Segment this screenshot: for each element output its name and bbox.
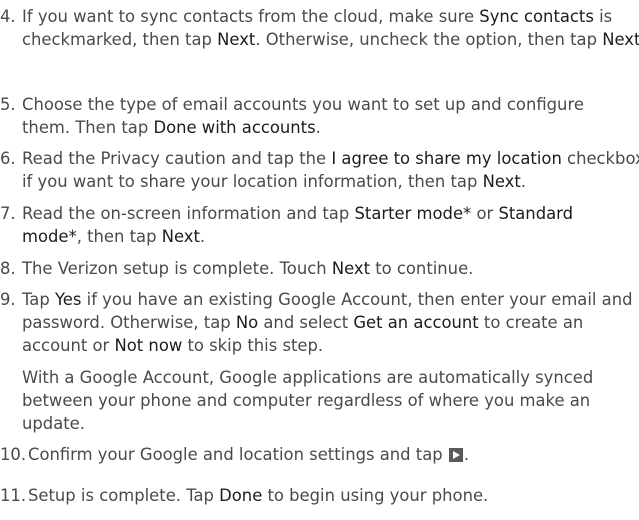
step-10: 10. Confirm your Google and location set… <box>0 443 638 466</box>
step-7: 7. Read the on-screen information and ta… <box>0 202 632 248</box>
step-text: Read the on-screen information and tap <box>22 204 355 223</box>
step-text: Confirm your Google and location setting… <box>28 445 448 464</box>
step-number: 10. <box>0 445 27 464</box>
instructions-page: 4. If you want to sync contacts from the… <box>0 0 639 520</box>
step-number: 7. <box>0 204 16 223</box>
ui-label-done-with-accounts: Done with accounts <box>153 118 316 137</box>
step-9: 9. Tap Yes if you have an existing Googl… <box>0 288 639 357</box>
ui-label-next: Next <box>482 172 521 191</box>
step-6: 6. Read the Privacy caution and tap the … <box>0 147 639 193</box>
ui-label-next: Next <box>602 30 639 49</box>
ui-label-i-agree-to-share-my-location: I agree to share my location <box>331 149 562 168</box>
step-5: 5. Choose the type of email accounts you… <box>0 93 622 139</box>
step-text: . <box>520 172 526 191</box>
step-text: If you want to sync contacts from the cl… <box>22 7 480 26</box>
step-text: Read the Privacy caution and tap the <box>22 149 332 168</box>
ui-label-get-an-account: Get an account <box>353 313 479 332</box>
step-4: 4. If you want to sync contacts from the… <box>0 5 639 51</box>
step-number: 5. <box>0 95 16 114</box>
step-number: 11. <box>0 486 27 505</box>
step-text: and select <box>258 313 354 332</box>
ui-label-done: Done <box>219 486 263 505</box>
step-text: to skip this step. <box>182 336 324 355</box>
step-text: Tap <box>22 290 55 309</box>
ui-label-yes: Yes <box>54 290 82 309</box>
step-8: 8. The Verizon setup is complete. Touch … <box>0 257 639 280</box>
step-text: to begin using your phone. <box>262 486 489 505</box>
ui-label-no: No <box>235 313 259 332</box>
play-arrow-icon <box>448 448 463 462</box>
step-text: Setup is complete. Tap <box>28 486 220 505</box>
ui-label-sync-contacts: Sync contacts <box>479 7 594 26</box>
ui-label-next: Next <box>161 227 200 246</box>
step-text: . <box>315 118 321 137</box>
ui-label-next: Next <box>331 259 371 278</box>
step-text: to continue. <box>370 259 474 278</box>
ui-label-not-now: Not now <box>114 336 183 355</box>
step-text: . <box>199 227 206 246</box>
step-text: . Otherwise, uncheck the option, then ta… <box>255 30 603 49</box>
step-9-note: With a Google Account, Google applicatio… <box>22 368 594 433</box>
step-text: . <box>463 445 470 464</box>
ui-label-next: Next <box>217 30 256 49</box>
step-11: 11. Setup is complete. Tap Done to begin… <box>0 484 639 507</box>
step-number: 8. <box>0 259 16 278</box>
step-number: 6. <box>0 149 16 168</box>
step-text: or <box>471 204 499 223</box>
step-text: The Verizon setup is complete. Touch <box>22 259 332 278</box>
ui-label-starter-mode: Starter mode* <box>354 204 472 223</box>
step-number: 4. <box>0 7 16 26</box>
step-number: 9. <box>0 290 16 309</box>
step-text: , then tap <box>76 227 162 246</box>
